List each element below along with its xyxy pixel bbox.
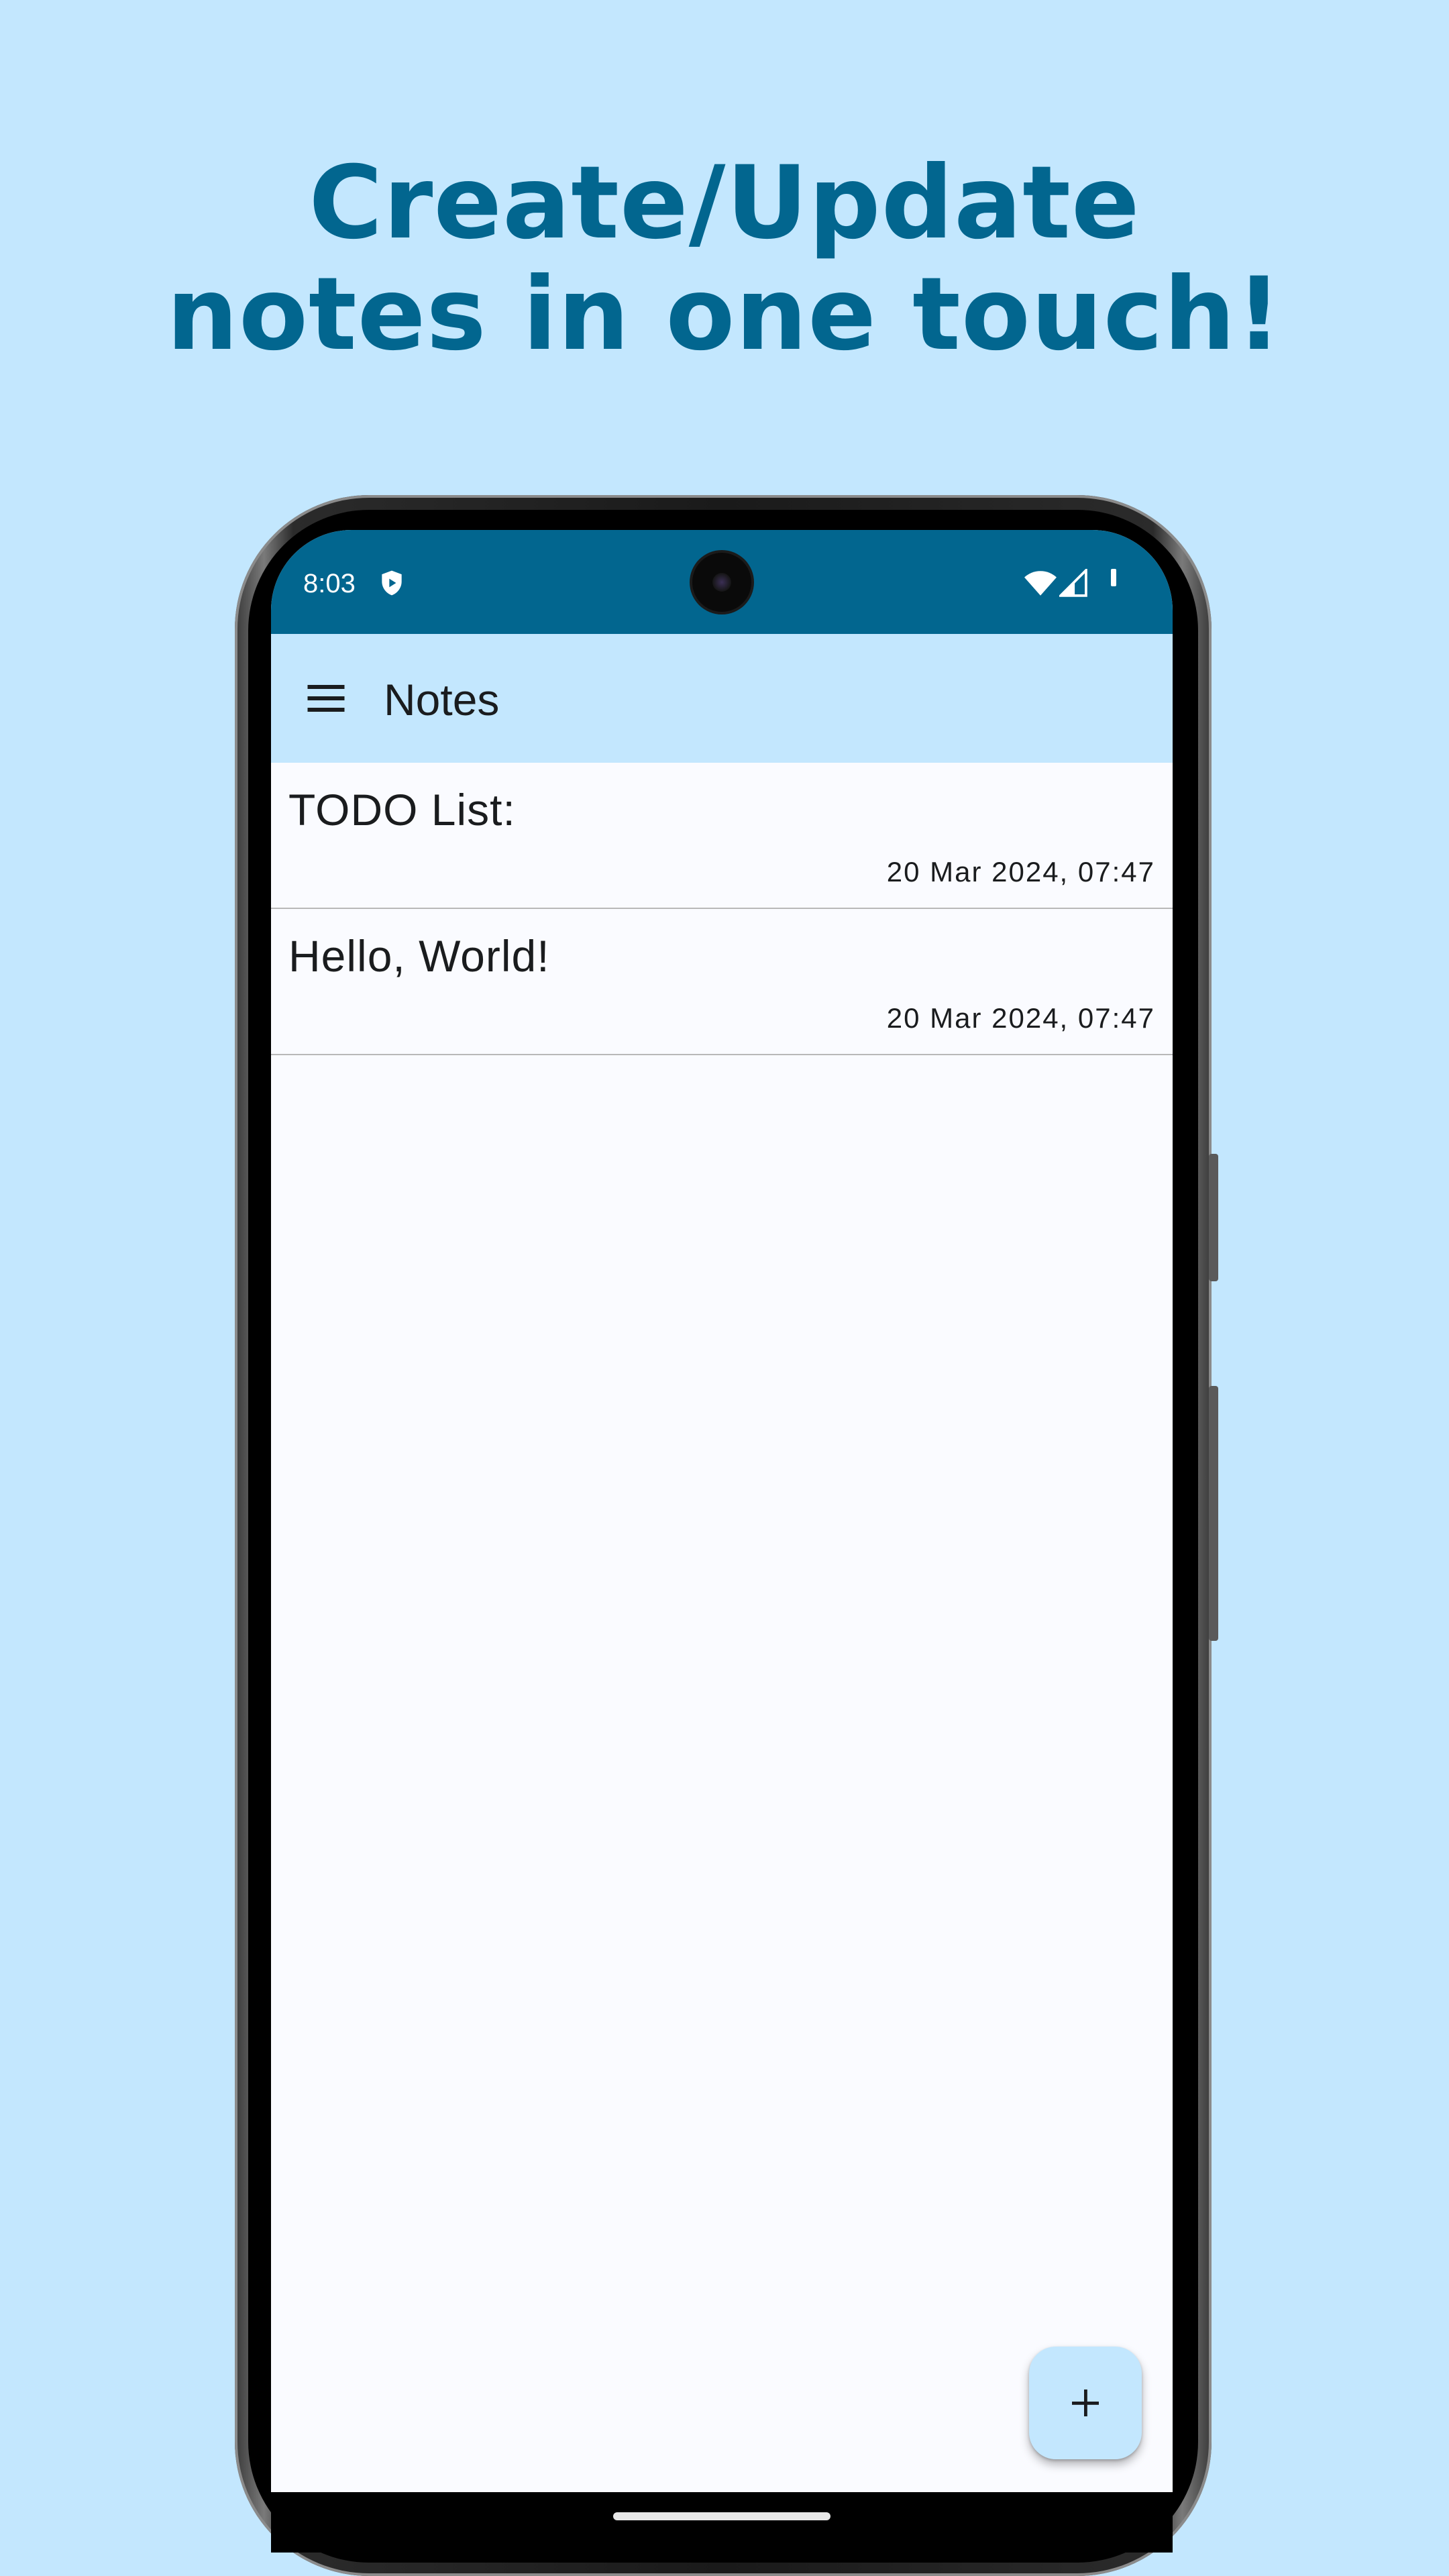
note-timestamp: 20 Mar 2024, 07:47 — [886, 856, 1155, 888]
navigation-bar — [271, 2492, 1173, 2553]
notes-list: TODO List: 20 Mar 2024, 07:47 Hello, Wor… — [271, 763, 1173, 1055]
note-title: Hello, World! — [288, 931, 550, 981]
app-bar-title: Notes — [384, 675, 500, 724]
note-item[interactable]: Hello, World! 20 Mar 2024, 07:47 — [271, 909, 1173, 1055]
add-note-button[interactable] — [1029, 2347, 1142, 2459]
home-indicator[interactable] — [613, 2512, 830, 2520]
cellular-signal-icon — [1059, 569, 1087, 597]
note-timestamp: 20 Mar 2024, 07:47 — [886, 1002, 1155, 1034]
shield-icon — [382, 570, 402, 596]
battery-icon — [1111, 569, 1116, 586]
front-camera — [692, 553, 751, 612]
power-button — [1209, 1386, 1218, 1641]
promo-headline: Create/Update notes in one touch! — [0, 148, 1449, 370]
promo-headline-line-1: Create/Update — [309, 145, 1140, 262]
top-app-bar: Notes — [271, 634, 1173, 763]
status-bar: 8:03 — [271, 530, 1173, 634]
promo-headline-line-2: notes in one touch! — [166, 256, 1283, 373]
plus-icon — [1072, 2390, 1099, 2416]
note-title: TODO List: — [288, 785, 516, 835]
status-time: 8:03 — [303, 569, 356, 598]
phone-screen: 8:03 Notes TODO List: 20 Mar 2024, 07:47… — [271, 530, 1173, 2492]
hamburger-menu-icon[interactable] — [306, 680, 346, 717]
note-item[interactable]: TODO List: 20 Mar 2024, 07:47 — [271, 763, 1173, 909]
volume-button — [1209, 1154, 1218, 1281]
wifi-icon — [1024, 571, 1057, 596]
